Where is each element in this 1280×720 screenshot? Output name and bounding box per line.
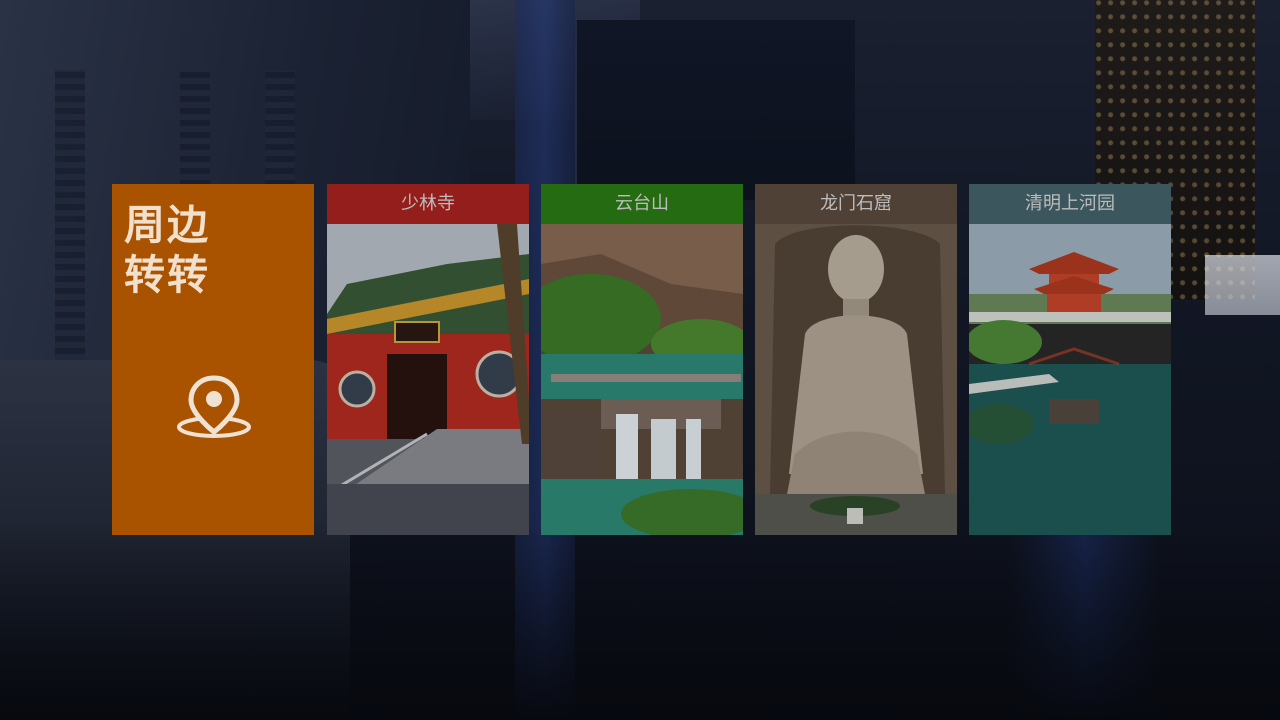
nearby-tour-title: 周边 转转 <box>124 200 304 300</box>
window <box>575 20 855 200</box>
floor <box>0 520 1280 720</box>
location-pin-icon <box>177 375 251 438</box>
destination-tile-longmen[interactable]: 龙门石窟 <box>755 184 957 535</box>
title-line-2: 转转 <box>124 251 210 299</box>
destination-tile-shaolin[interactable]: 少林寺 <box>327 184 529 535</box>
shaolin-temple-photo <box>327 224 529 535</box>
destination-header: 龙门石窟 <box>755 184 957 224</box>
qingming-garden-photo <box>969 224 1171 535</box>
yuntai-mountain-photo <box>541 224 743 535</box>
title-line-1: 周边 <box>124 201 210 249</box>
destination-tile-yuntai[interactable]: 云台山 <box>541 184 743 535</box>
lamp <box>1205 255 1280 315</box>
longmen-grottoes-photo <box>755 224 957 535</box>
nearby-tour-tile[interactable]: 周边 转转 <box>112 184 314 535</box>
destination-header: 云台山 <box>541 184 743 224</box>
destination-header: 少林寺 <box>327 184 529 224</box>
destination-tile-qingming[interactable]: 清明上河园 <box>969 184 1171 535</box>
wall-tile-strip <box>55 70 85 360</box>
destination-header: 清明上河园 <box>969 184 1171 224</box>
